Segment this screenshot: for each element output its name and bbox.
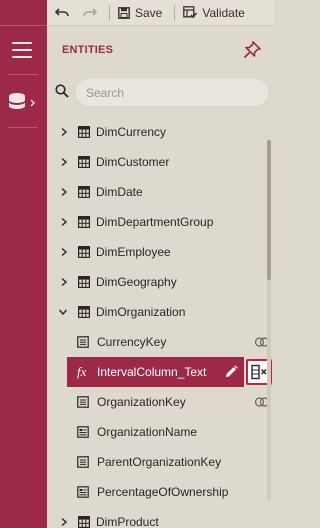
table-name: DimProduct <box>96 515 159 528</box>
chevron-right-icon[interactable] <box>59 247 69 257</box>
validate-icon <box>183 6 198 19</box>
scrollbar-thumb[interactable] <box>267 140 271 280</box>
delete-column-icon <box>251 364 267 380</box>
edit-icon[interactable] <box>224 365 238 379</box>
tree-column-row[interactable]: CurrencyKey <box>67 327 274 357</box>
redo-icon <box>83 7 97 16</box>
panel-title: ENTITIES <box>62 44 114 56</box>
scrollbar[interactable] <box>267 140 271 500</box>
toolbar-divider <box>174 4 176 21</box>
chevron-right-icon[interactable] <box>59 127 69 137</box>
column-name: PercentageOfOwnership <box>97 485 229 499</box>
tree-table-row[interactable]: DimProduct <box>47 507 274 528</box>
column-icon <box>77 396 89 408</box>
table-name: DimDepartmentGroup <box>96 215 214 229</box>
save-label: Save <box>135 5 163 20</box>
table-name: DimCustomer <box>96 155 170 169</box>
table-name: DimEmployee <box>96 245 171 259</box>
tree-table-row[interactable]: DimGeography <box>47 267 274 297</box>
tree-column-row[interactable]: PercentageOfOwnership <box>67 477 274 507</box>
tree-table-row[interactable]: DimCurrency <box>47 117 274 147</box>
chevron-down-icon[interactable] <box>58 307 68 317</box>
undo-button[interactable] <box>55 7 69 19</box>
tree-column-row-selected[interactable]: fx IntervalColumn_Text <box>67 357 244 387</box>
save-icon <box>118 6 130 19</box>
table-icon <box>78 516 90 528</box>
validate-button[interactable]: Validate <box>183 5 245 20</box>
column-name: OrganizationName <box>97 425 198 439</box>
search-icon <box>55 84 69 98</box>
table-icon <box>78 306 90 318</box>
table-name: DimCurrency <box>96 125 167 139</box>
chevron-right-icon[interactable] <box>59 517 69 527</box>
tree-column-row[interactable]: OrganizationKey <box>67 387 274 417</box>
tree-table-row[interactable]: DimDepartmentGroup <box>47 207 274 237</box>
redo-button[interactable] <box>83 7 97 19</box>
rail-divider <box>8 127 38 128</box>
save-button[interactable]: Save <box>118 6 162 20</box>
chevron-right-icon[interactable] <box>59 277 69 287</box>
table-icon <box>78 156 90 168</box>
chevron-right-icon[interactable] <box>59 187 69 197</box>
table-name: DimGeography <box>96 275 177 289</box>
tree-column-row[interactable]: OrganizationName <box>67 417 274 447</box>
table-name: DimDate <box>96 185 143 199</box>
chevron-right-icon[interactable] <box>59 217 69 227</box>
table-icon <box>78 126 90 138</box>
table-icon <box>78 246 90 258</box>
column-name: OrganizationKey <box>97 395 186 409</box>
tree-column-row[interactable]: ParentOrganizationKey <box>67 447 274 477</box>
menu-icon[interactable] <box>12 42 32 58</box>
formula-icon: fx <box>77 364 87 379</box>
validate-label: Validate <box>202 5 245 20</box>
rail-divider <box>8 74 38 75</box>
pin-icon[interactable] <box>242 40 262 60</box>
table-icon <box>78 186 90 198</box>
text-column-icon <box>77 426 89 438</box>
column-name: CurrencyKey <box>97 335 167 349</box>
chevron-right-icon[interactable] <box>59 157 69 167</box>
text-column-icon <box>77 486 89 498</box>
table-icon <box>78 216 90 228</box>
undo-icon <box>55 7 69 16</box>
column-name: ParentOrganizationKey <box>97 455 222 469</box>
tree-table-row[interactable]: DimOrganization <box>47 297 274 327</box>
tree-table-row[interactable]: DimEmployee <box>47 237 274 267</box>
tree-table-row[interactable]: DimDate <box>47 177 274 207</box>
left-rail <box>0 0 47 528</box>
search-input[interactable] <box>76 79 268 106</box>
table-icon <box>78 276 90 288</box>
toolbar: Save Validate <box>47 0 274 26</box>
tree-table-row[interactable]: DimCustomer <box>47 147 274 177</box>
column-name: IntervalColumn_Text <box>97 365 207 379</box>
rail-top <box>0 0 47 26</box>
database-icon[interactable] <box>8 92 38 114</box>
toolbar-divider <box>109 4 110 21</box>
table-name: DimOrganization <box>96 305 186 319</box>
column-icon <box>77 336 89 348</box>
search-box <box>50 79 268 106</box>
column-icon <box>77 456 89 468</box>
